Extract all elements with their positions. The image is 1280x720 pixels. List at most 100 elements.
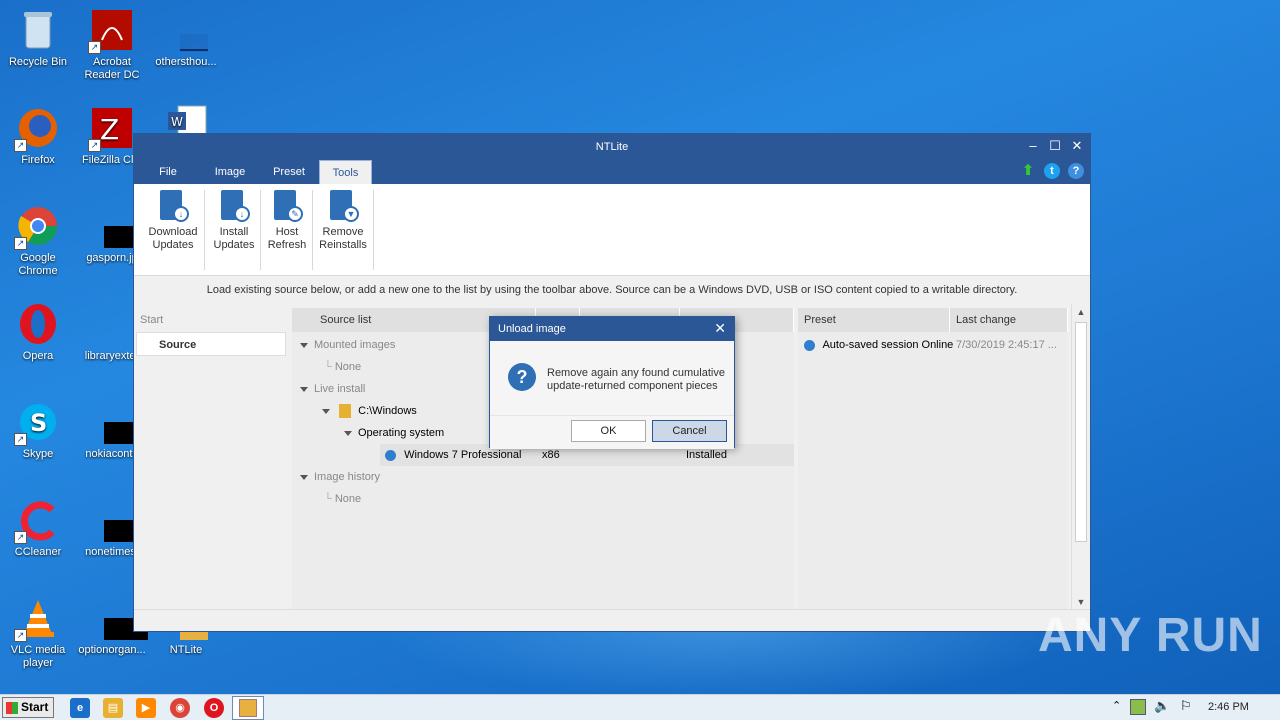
desktop-icon-label: othersthou... — [155, 56, 217, 68]
skype-icon: S ↗ — [14, 400, 60, 446]
update-arrow-icon[interactable]: ⬆ — [1020, 163, 1036, 179]
host-refresh-button[interactable]: ✎ Host Refresh — [264, 190, 310, 252]
tree-node-live-install[interactable]: Live install — [300, 378, 365, 400]
desktop-icon-opera[interactable]: Opera — [0, 302, 76, 363]
column-preset[interactable]: Preset — [798, 308, 950, 332]
network-tray-icon[interactable] — [1130, 699, 1146, 715]
ribbon-divider — [312, 190, 313, 270]
tab-preset[interactable]: Preset — [268, 160, 310, 184]
start-button[interactable]: Start — [2, 697, 54, 718]
tab-tools[interactable]: Tools — [319, 160, 372, 184]
tab-file[interactable]: File — [148, 160, 188, 184]
ntlite-taskbar-button[interactable] — [232, 696, 264, 720]
filezilla-icon: Z ↗ — [88, 106, 134, 152]
expand-icon[interactable] — [300, 474, 308, 480]
ribbon-divider — [204, 190, 205, 270]
shortcut-arrow-icon: ↗ — [14, 433, 27, 446]
anyrun-watermark: ANY RUN — [1038, 609, 1263, 662]
desktop-icon-vlc[interactable]: ↗ VLC media player — [0, 596, 76, 670]
help-icon[interactable]: ? — [1068, 163, 1084, 179]
opera-icon — [16, 302, 60, 346]
folder-icon — [339, 404, 352, 419]
dialog-body: ? Remove again any found cumulative upda… — [490, 341, 734, 415]
expand-icon[interactable] — [344, 430, 352, 436]
download-updates-icon: ↓ — [157, 190, 189, 222]
chrome-icon: ↗ — [14, 204, 60, 250]
internet-explorer-icon[interactable]: e — [70, 698, 90, 718]
file-icon — [90, 204, 148, 248]
ntlite-taskbar-icon — [239, 699, 257, 717]
vlc-icon: ↗ — [14, 596, 60, 642]
download-updates-button[interactable]: ↓ Download Updates — [144, 190, 202, 252]
desktop-icon-recycle-bin[interactable]: Recycle Bin — [0, 8, 76, 69]
scrollbar-thumb[interactable] — [1075, 322, 1087, 542]
tree-node-image-history[interactable]: Image history — [300, 466, 380, 488]
shortcut-arrow-icon: ↗ — [14, 139, 27, 152]
ribbon-toolbar: ↓ Download Updates ↓ Install Updates ✎ H… — [134, 184, 1090, 276]
tree-node-operating-system[interactable]: Operating system — [344, 422, 444, 444]
desktop-icon-label: VLC media player — [10, 644, 66, 669]
desktop-icon-label: Firefox — [21, 154, 55, 166]
column-last-change[interactable]: Last change — [950, 308, 1068, 332]
cancel-button[interactable]: Cancel — [652, 420, 727, 442]
install-updates-button[interactable]: ↓ Install Updates — [209, 190, 259, 252]
file-icon — [90, 498, 148, 542]
tree-node-windows-path[interactable]: C:\Windows — [322, 400, 417, 422]
desktop-icon-ccleaner[interactable]: ↗ CCleaner — [0, 498, 76, 559]
shortcut-arrow-icon: ↗ — [88, 139, 101, 152]
preset-header: Preset Last change — [798, 308, 1068, 332]
sidebar-item-source[interactable]: Source — [136, 332, 286, 356]
desktop-icon-label: optionorgan... — [78, 644, 146, 656]
recycle-bin-icon — [16, 8, 60, 52]
desktop-icon-skype[interactable]: S ↗ Skype — [0, 400, 76, 461]
maximize-icon[interactable]: ☐ — [1048, 134, 1062, 160]
install-updates-icon: ↓ — [218, 190, 250, 222]
volume-icon[interactable]: 🔈 — [1154, 698, 1170, 714]
chrome-taskbar-icon[interactable]: ◉ — [170, 698, 190, 718]
os-status-dot-icon — [385, 449, 396, 461]
desktop-icon-othersthou[interactable]: othersthou... — [148, 8, 224, 69]
svg-text:W: W — [171, 115, 183, 129]
unload-image-dialog: Unload image ✕ ? Remove again any found … — [489, 316, 735, 449]
close-icon[interactable]: ✕ — [1070, 134, 1084, 160]
desktop-icon-label: CCleaner — [14, 546, 62, 558]
ok-button[interactable]: OK — [571, 420, 646, 442]
dialog-close-icon[interactable]: ✕ — [714, 317, 726, 339]
desktop-icon-label: Skype — [22, 448, 54, 460]
dialog-message: Remove again any found cumulative update… — [547, 367, 725, 392]
scroll-up-icon[interactable]: ▲ — [1072, 304, 1090, 320]
window-titlebar[interactable]: NTLite – ☐ ✕ — [134, 134, 1090, 160]
shortcut-arrow-icon: ↗ — [14, 531, 27, 544]
left-panel: Start Source — [136, 308, 288, 608]
expand-icon[interactable] — [300, 386, 308, 392]
twitter-icon[interactable]: t — [1044, 163, 1060, 179]
tree-node-mounted-images[interactable]: Mounted images — [300, 334, 395, 356]
svg-text:Z: Z — [100, 113, 119, 146]
expand-icon[interactable] — [322, 408, 330, 414]
taskbar: Start e ▤ ▶ ◉ O ⌃ 🔈 ⚐ 2:46 PM — [0, 694, 1280, 720]
action-center-flag-icon[interactable]: ⚐ — [1180, 698, 1192, 714]
preset-panel: Preset Last change Auto-saved session On… — [798, 308, 1068, 610]
remove-reinstalls-button[interactable]: ▼ Remove Reinstalls — [316, 190, 370, 252]
dialog-titlebar[interactable]: Unload image ✕ — [490, 317, 734, 341]
show-hidden-icons-icon[interactable]: ⌃ — [1112, 699, 1121, 712]
expand-icon[interactable] — [300, 342, 308, 348]
windows-logo-icon — [6, 702, 18, 714]
acrobat-icon: ↗ — [88, 8, 134, 54]
file-explorer-icon[interactable]: ▤ — [103, 698, 123, 718]
table-row-preset[interactable]: Auto-saved session Online 7/30/2019 2:45… — [804, 334, 1066, 356]
minimize-icon[interactable]: – — [1026, 134, 1040, 160]
desktop-icon-acrobat[interactable]: ↗ Acrobat Reader DC — [74, 8, 150, 82]
system-clock[interactable]: 2:46 PM — [1208, 701, 1249, 713]
desktop-icon-chrome[interactable]: ↗ Google Chrome — [0, 204, 76, 278]
file-icon — [90, 596, 148, 640]
opera-taskbar-icon[interactable]: O — [204, 698, 224, 718]
tab-image[interactable]: Image — [208, 160, 252, 184]
media-player-icon[interactable]: ▶ — [136, 698, 156, 718]
desktop-icon-firefox[interactable]: ↗ Firefox — [0, 106, 76, 167]
ribbon-divider — [260, 190, 261, 270]
vertical-scrollbar[interactable]: ▲ ▼ — [1071, 304, 1089, 610]
desktop-icon-label: Opera — [22, 350, 54, 362]
shortcut-arrow-icon: ↗ — [14, 237, 27, 250]
status-bar — [134, 609, 1090, 631]
